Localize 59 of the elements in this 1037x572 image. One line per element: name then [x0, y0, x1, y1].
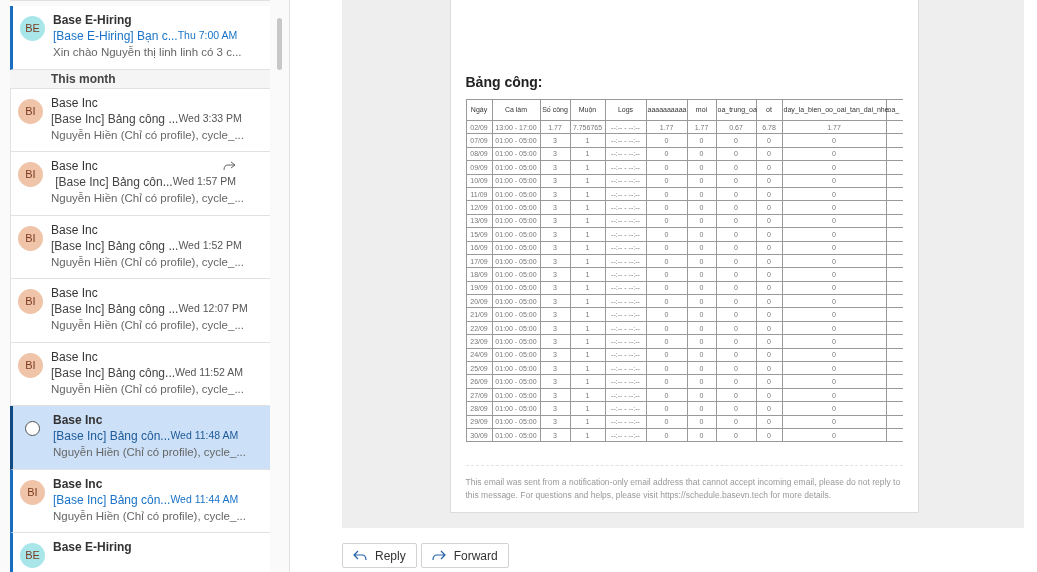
message-item[interactable]: BI Base Inc [Base Inc] Bảng công ...Wed 3:33 PM Nguyễn Hiền (Chỉ có profile), cycle_... [9, 88, 271, 152]
message-preview: Nguyễn Hiền (Chỉ có profile), cycle_... [50, 318, 244, 333]
reply-icon [353, 549, 367, 562]
avatar: BI [17, 98, 43, 124]
footer-notice: This email was sent from a notification-only email address that cannot accept incoming email, please do not reply to this message. For questions and helps, please visit https://schedule.basevn.tech for more details. [465, 476, 902, 502]
message-item[interactable]: BI Base Inc [Base Inc] Bảng công ...Wed 12:07 PM Nguyễn Hiền (Chỉ có profile), cycle_... [9, 279, 271, 343]
sender-name: Base E-Hiring [52, 539, 132, 556]
message-time: Wed 11:48 AM [170, 428, 239, 444]
email-heading: Bảng công: [465, 73, 544, 92]
sender-name: Base Inc [52, 412, 103, 429]
sender-name: Base E-Hiring [52, 12, 132, 29]
avatar: BI [17, 289, 43, 314]
avatar: BE [19, 16, 45, 41]
message-time: Wed 12:07 PM [178, 301, 248, 317]
message-time: Wed 11:44 AM [170, 491, 239, 507]
message-item[interactable]: BI Base Inc [Base Inc] Bảng công ...Wed 1:52 PM Nguyễn Hiền (Chỉ có profile), cycle_... [9, 215, 271, 279]
message-item[interactable]: BI Base Inc [Base Inc] Bảng côn...Wed 1:57 PM Nguyễn Hiền (Chỉ có profile), cycle_... [9, 152, 271, 216]
sender-name: Base Inc [50, 348, 98, 366]
message-subject: [Base Inc] Bảng công ... [50, 237, 179, 255]
sender-name: Base Inc [50, 158, 98, 175]
message-item[interactable]: BE Base E-Hiring [Base E-Hiring] Bạn c...Thu 7:00 AM Xin chào Nguyễn thị linh linh có 3 c... [9, 6, 271, 70]
avatar: BE [19, 543, 45, 568]
message-subject: [Base Inc] Bảng côn... [52, 428, 171, 445]
message-time: Wed 1:57 PM [172, 174, 237, 190]
sender-name: Base Inc [50, 221, 98, 239]
select-radio[interactable] [25, 421, 41, 436]
avatar: BI [17, 162, 43, 187]
message-subject: [Base Inc] Bảng côn... [52, 491, 171, 509]
message-time: Wed 3:33 PM [178, 110, 242, 126]
message-preview: Nguyễn Hiền (Chỉ có profile), cycle_... [50, 127, 244, 143]
avatar: BI [17, 225, 43, 251]
message-subject: [Base E-Hiring] Bạn c... [52, 28, 178, 45]
message-item[interactable]: BI Base Inc [Base Inc] Bảng côn...Wed 11:44 AM Nguyễn Hiền (Chỉ có profile), cycle_... [9, 469, 271, 533]
message-preview: Nguyễn Hiền (Chỉ có profile), cycle_... [52, 445, 246, 460]
message-item[interactable]: BI Base Inc [Base Inc] Bảng công...Wed 11:52 AM Nguyễn Hiền (Chỉ có profile), cycle_... [9, 342, 271, 406]
avatar: BI [17, 352, 43, 378]
group-header: This month [50, 70, 116, 88]
avatar: BI [19, 479, 45, 505]
forward-button[interactable]: Forward [420, 543, 509, 568]
message-preview: Nguyễn Hiền (Chỉ có profile), cycle_... [52, 508, 246, 524]
forward-icon [431, 549, 446, 562]
sender-name: Base Inc [52, 475, 103, 493]
message-subject: [Base Inc] Bảng công ... [50, 110, 179, 128]
message-preview: Nguyễn Hiền (Chỉ có profile), cycle_... [50, 254, 244, 270]
reply-button[interactable]: Reply [342, 543, 417, 568]
sender-name: Base Inc [50, 94, 98, 112]
message-item[interactable]: BE Base E-Hiring [9, 533, 271, 572]
message-time: Wed 1:52 PM [178, 237, 242, 253]
message-subject: [Base Inc] Bảng công ... [50, 301, 179, 318]
message-time: Thu 7:00 AM [177, 28, 238, 44]
message-preview: Nguyễn Hiền (Chỉ có profile), cycle_... [50, 381, 244, 397]
message-subject: [Base Inc] Bảng côn... [55, 174, 173, 191]
message-item[interactable]: Base Inc [Base Inc] Bảng côn...Wed 11:48 AM Nguyễn Hiền (Chỉ có profile), cycle_... [9, 406, 271, 470]
message-preview: Nguyễn Hiền (Chỉ có profile), cycle_... [50, 191, 244, 206]
message-subject: [Base Inc] Bảng công... [50, 364, 176, 382]
message-time: Wed 11:52 AM [175, 364, 243, 378]
sender-name: Base Inc [50, 285, 98, 302]
message-preview: Xin chào Nguyễn thị linh linh có 3 c... [52, 45, 242, 60]
scrollbar-thumb[interactable] [277, 18, 283, 70]
